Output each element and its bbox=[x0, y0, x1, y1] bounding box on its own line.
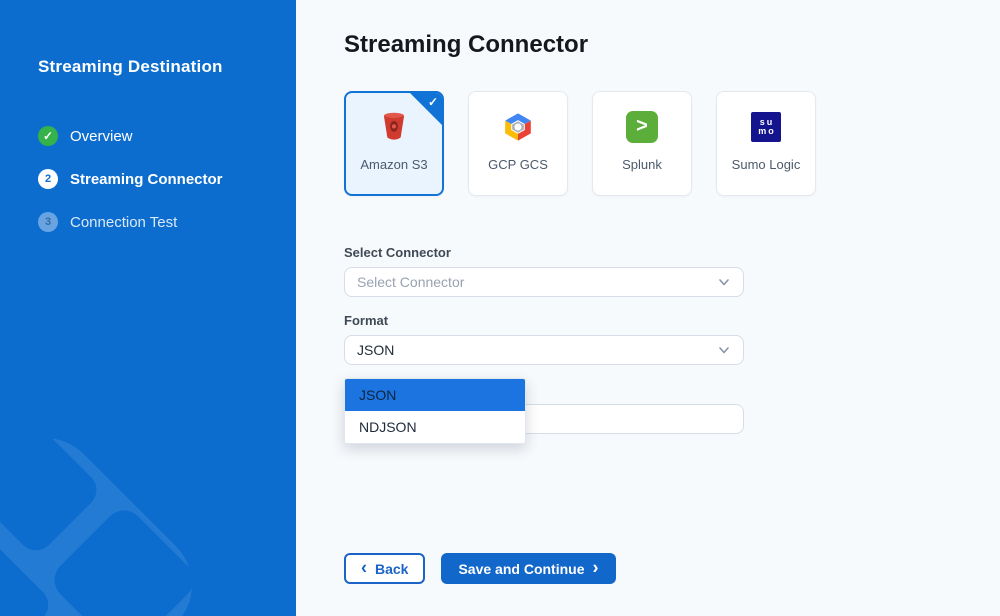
step-number-badge: 2 bbox=[38, 169, 58, 189]
format-dropdown[interactable]: JSON bbox=[344, 335, 744, 365]
amazon-s3-icon bbox=[379, 110, 409, 144]
splunk-chevron-glyph: > bbox=[626, 111, 658, 143]
chevron-down-icon bbox=[717, 343, 731, 357]
step-streaming-connector[interactable]: 2 Streaming Connector bbox=[38, 169, 223, 189]
connector-form: Select Connector Select Connector Format… bbox=[344, 245, 744, 584]
format-option-ndjson[interactable]: NDJSON bbox=[345, 411, 525, 443]
step-number-badge: 3 bbox=[38, 212, 58, 232]
connector-card-gcp-gcs[interactable]: GCP GCS bbox=[468, 91, 568, 196]
step-label: Overview bbox=[70, 128, 133, 145]
connector-card-label: Sumo Logic bbox=[732, 144, 801, 186]
save-button-label: Save and Continue bbox=[458, 561, 584, 577]
chevron-down-icon bbox=[717, 275, 731, 289]
wizard-steps: ✓ Overview 2 Streaming Connector 3 Conne… bbox=[38, 126, 223, 255]
connector-card-sumo-logic[interactable]: su mo Sumo Logic bbox=[716, 91, 816, 196]
save-and-continue-button[interactable]: Save and Continue › bbox=[441, 553, 615, 584]
chevron-left-icon: ‹ bbox=[361, 558, 367, 576]
back-button-label: Back bbox=[375, 561, 408, 577]
gcp-gcs-icon bbox=[501, 110, 535, 144]
connector-card-label: GCP GCS bbox=[488, 144, 548, 186]
wizard-footer: ‹ Back Save and Continue › bbox=[344, 553, 744, 584]
sidebar-title: Streaming Destination bbox=[38, 57, 223, 77]
step-overview[interactable]: ✓ Overview bbox=[38, 126, 223, 146]
format-label: Format bbox=[344, 313, 744, 329]
select-connector-dropdown[interactable]: Select Connector bbox=[344, 267, 744, 297]
connector-card-label: Splunk bbox=[622, 144, 662, 186]
connector-card-splunk[interactable]: > Splunk bbox=[592, 91, 692, 196]
selected-corner-badge: ✓ bbox=[410, 93, 442, 125]
wizard-sidebar: Streaming Destination ✓ Overview 2 Strea… bbox=[0, 0, 296, 616]
step-label: Connection Test bbox=[70, 214, 177, 231]
select-connector-placeholder: Select Connector bbox=[357, 274, 717, 290]
format-options-menu: JSON NDJSON bbox=[344, 378, 526, 444]
format-selected-value: JSON bbox=[357, 342, 717, 358]
format-option-json[interactable]: JSON bbox=[345, 379, 525, 411]
step-label: Streaming Connector bbox=[70, 171, 223, 188]
check-icon: ✓ bbox=[428, 95, 438, 109]
connector-cards: ✓ Amazon S3 bbox=[344, 91, 1000, 196]
page-title: Streaming Connector bbox=[344, 30, 1000, 59]
app-window: Streaming Destination ✓ Overview 2 Strea… bbox=[0, 0, 1000, 616]
format-field-wrap: Format JSON JSON NDJSON bbox=[344, 313, 744, 365]
back-button[interactable]: ‹ Back bbox=[344, 553, 425, 584]
connector-card-amazon-s3[interactable]: ✓ Amazon S3 bbox=[344, 91, 444, 196]
step-done-check-icon: ✓ bbox=[38, 126, 58, 146]
sumo-line2: mo bbox=[758, 127, 776, 136]
chevron-right-icon: › bbox=[593, 558, 599, 576]
step-connection-test[interactable]: 3 Connection Test bbox=[38, 212, 223, 232]
main-content: Streaming Connector ✓ Amazon S3 bbox=[296, 0, 1000, 616]
splunk-icon: > bbox=[626, 110, 658, 144]
sumo-logic-icon: su mo bbox=[751, 110, 781, 144]
select-connector-label: Select Connector bbox=[344, 245, 744, 261]
connector-card-label: Amazon S3 bbox=[360, 144, 427, 186]
sumo-logic-glyph: su mo bbox=[751, 112, 781, 142]
